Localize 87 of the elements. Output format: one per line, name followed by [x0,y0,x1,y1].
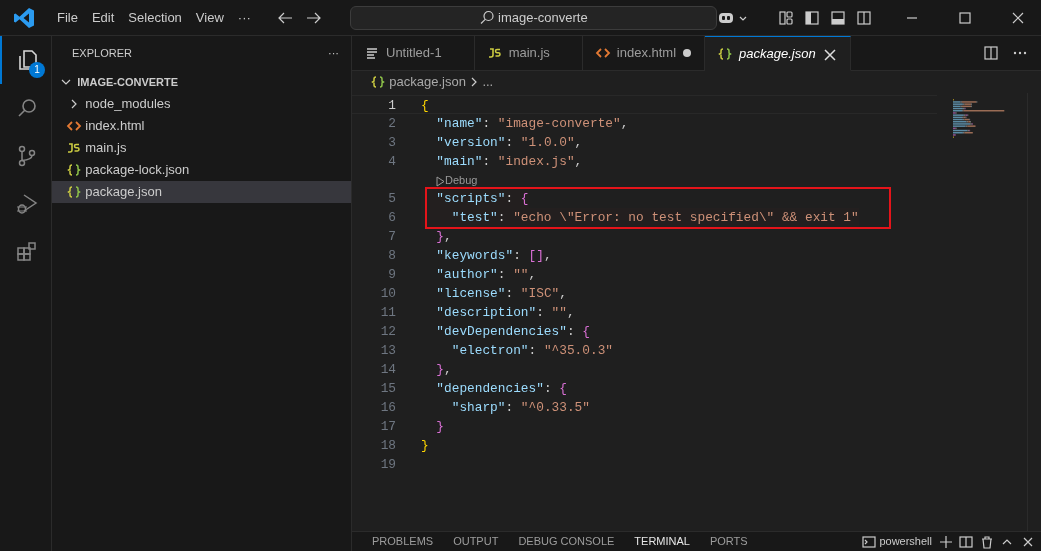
braces-icon [66,184,82,200]
close-icon[interactable] [821,46,836,61]
terminal-icon [862,534,877,549]
panel-toggle-icon[interactable] [830,9,846,26]
split-editor-icon[interactable] [983,45,999,61]
tree-item[interactable]: package.json [52,181,351,203]
line-number: 13 [379,342,396,360]
line-number: 19 [379,456,396,474]
vscode-logo-icon [12,5,36,30]
line-number: 3 [387,134,396,152]
command-center-search[interactable]: image-converte [349,5,717,30]
code-line: "author": "", [435,266,537,284]
braces-icon [370,74,386,90]
extensions-icon [15,240,39,264]
editor-tab[interactable]: index.html [582,36,706,71]
menu-item[interactable]: Edit [84,5,122,30]
code-line: } [435,418,445,436]
code-line: "version": "1.0.0", [435,134,583,152]
plus-icon[interactable] [938,534,953,549]
panel-tab[interactable]: TERMINAL [624,531,700,551]
play-bug-icon [15,192,39,216]
code-line: }, [435,228,452,246]
line-number: 5 [387,190,396,208]
tree-item[interactable]: package-lock.json [52,159,351,181]
line-number: 11 [379,304,396,322]
code-line: "name": "image-converte", [435,115,629,133]
line-number: 14 [379,361,396,379]
layout-icon[interactable] [778,9,794,26]
split-layout-icon[interactable] [856,9,872,26]
code-line: "keywords": [], [435,247,552,265]
line-number: 6 [387,209,396,227]
breadcrumb-item[interactable]: package.json [389,72,466,92]
maximize-icon[interactable] [957,9,973,26]
sidebar-title: EXPLORER [72,46,132,62]
menu-item[interactable]: ··· [230,5,258,30]
editor-tab[interactable]: main.js [474,36,583,71]
js-file-icon [486,45,503,61]
tree-item[interactable]: index.html [52,115,351,137]
code-line: "main": "index.js", [435,153,583,171]
trash-icon[interactable] [979,534,994,549]
menu-item[interactable]: Selection [121,5,189,30]
panel-tab[interactable]: DEBUG CONSOLE [508,531,625,551]
menu-item[interactable]: File [50,5,85,30]
panel-tab[interactable]: PORTS [699,531,758,551]
braces-icon [66,162,82,178]
code-line: "license": "ISC", [435,285,567,303]
line-number: 2 [387,115,396,133]
unsaved-dot-icon [682,48,693,58]
search-icon [478,9,495,26]
panel-tab[interactable]: PROBLEMS [362,531,444,551]
code-line: "dependencies": { [435,380,567,398]
split-icon[interactable] [959,534,973,549]
line-number: 17 [379,418,396,436]
notification-badge: 1 [29,62,45,78]
editor-tab[interactable]: package.json [705,36,851,71]
line-number: 8 [387,247,396,265]
more-actions-button[interactable]: ··· [328,45,339,62]
line-number: 10 [379,285,396,303]
lines-icon [364,45,380,61]
line-number: 4 [387,153,396,171]
line-number: 7 [387,228,396,246]
code-line: }, [435,361,452,379]
code-line: } [421,437,429,455]
js-file-icon [66,140,82,156]
line-number: 18 [379,437,396,455]
line-number: 12 [379,323,396,341]
terminal-selector[interactable]: powershell [862,533,932,550]
line-number: 16 [379,399,396,417]
tree-item[interactable]: main.js [52,137,351,159]
play-icon [435,174,445,188]
line-number: 1 [387,97,396,113]
line-number: 9 [387,266,396,284]
line-number: 15 [379,380,396,398]
braces-icon [717,45,734,62]
sidebar-toggle-icon[interactable] [804,9,820,26]
code-line: "description": "", [435,304,575,322]
editor-tab[interactable]: Untitled-1 [352,36,475,71]
breadcrumb-item[interactable]: ... [482,72,494,92]
folder-header[interactable]: IMAGE-CONVERTE [52,71,351,93]
menu-item[interactable]: View [188,5,231,30]
code-line: "devDependencies": { [435,323,590,341]
code-line: "sharp": "^0.33.5" [450,399,590,417]
code-line: "electron": "^35.0.3" [450,342,613,360]
folder-tree-item[interactable]: node_modules [52,93,351,115]
code-line: { [421,97,429,113]
panel-tab[interactable]: OUTPUT [443,531,509,551]
codelens-link[interactable]: Debug [435,171,478,189]
